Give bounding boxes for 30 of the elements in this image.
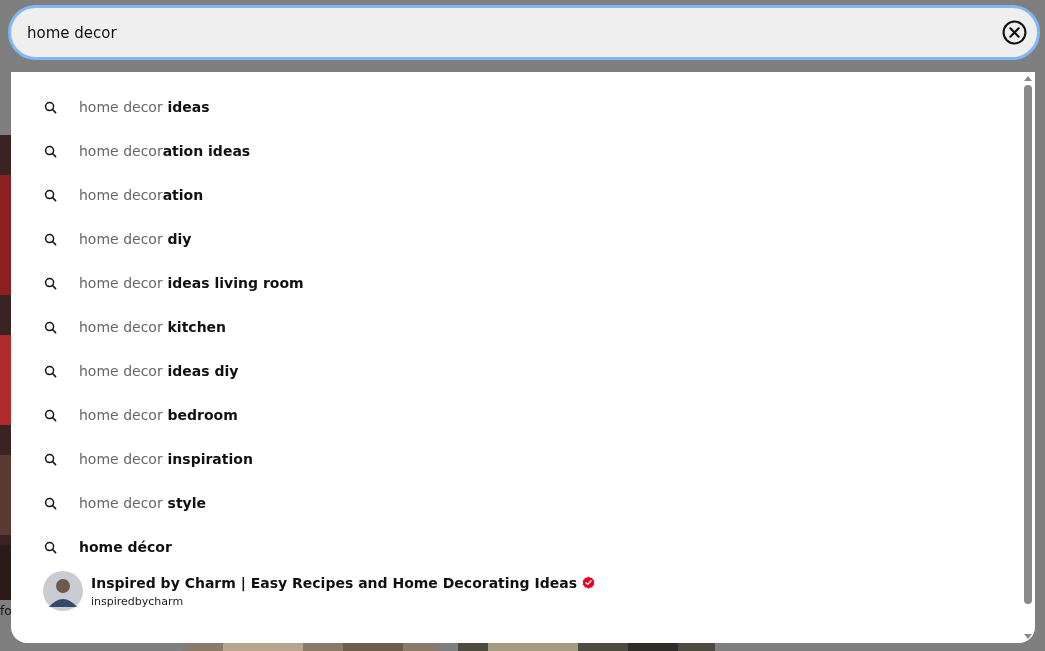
search-icon: [44, 496, 57, 510]
search-icon: [44, 364, 57, 378]
search-field[interactable]: home decor: [27, 23, 1002, 42]
profile-name: Inspired by Charm | Easy Recipes and Home Decorating Ideas: [91, 574, 577, 591]
search-icon: [44, 144, 57, 158]
suggestion-item[interactable]: home decoration ideas: [11, 129, 1023, 173]
search-icon: [44, 188, 57, 202]
suggestion-item[interactable]: home decor ideas: [11, 85, 1023, 129]
suggestion-item[interactable]: home decor style: [11, 481, 1023, 525]
avatar: [43, 571, 83, 611]
suggestion-item[interactable]: home décor: [11, 525, 1023, 569]
suggestion-item[interactable]: home decor inspiration: [11, 437, 1023, 481]
suggestion-item[interactable]: home decor bedroom: [11, 393, 1023, 437]
clear-icon[interactable]: [1002, 20, 1027, 45]
search-icon: [44, 100, 57, 114]
suggestion-item[interactable]: home decor diy: [11, 217, 1023, 261]
suggestion-item[interactable]: home decor kitchen: [11, 305, 1023, 349]
search-icon: [44, 276, 57, 290]
search-icon: [44, 452, 57, 466]
suggestion-item[interactable]: home decor ideas diy: [11, 349, 1023, 393]
search-icon: [44, 320, 57, 334]
suggestion-item[interactable]: home decoration: [11, 173, 1023, 217]
profile-handle: inspiredbycharm: [91, 594, 185, 608]
search-icon: [44, 232, 57, 246]
search-bar[interactable]: home decor: [8, 5, 1040, 60]
search-icon: [44, 540, 57, 554]
suggestion-item[interactable]: home decor ideas living room: [11, 261, 1023, 305]
search-icon: [44, 408, 57, 422]
profile-suggestion[interactable]: Inspired by Charm | Easy Recipes and Home Decorating Ideas inspiredbycharm: [11, 571, 1023, 611]
pin-caption: fo: [0, 604, 12, 618]
